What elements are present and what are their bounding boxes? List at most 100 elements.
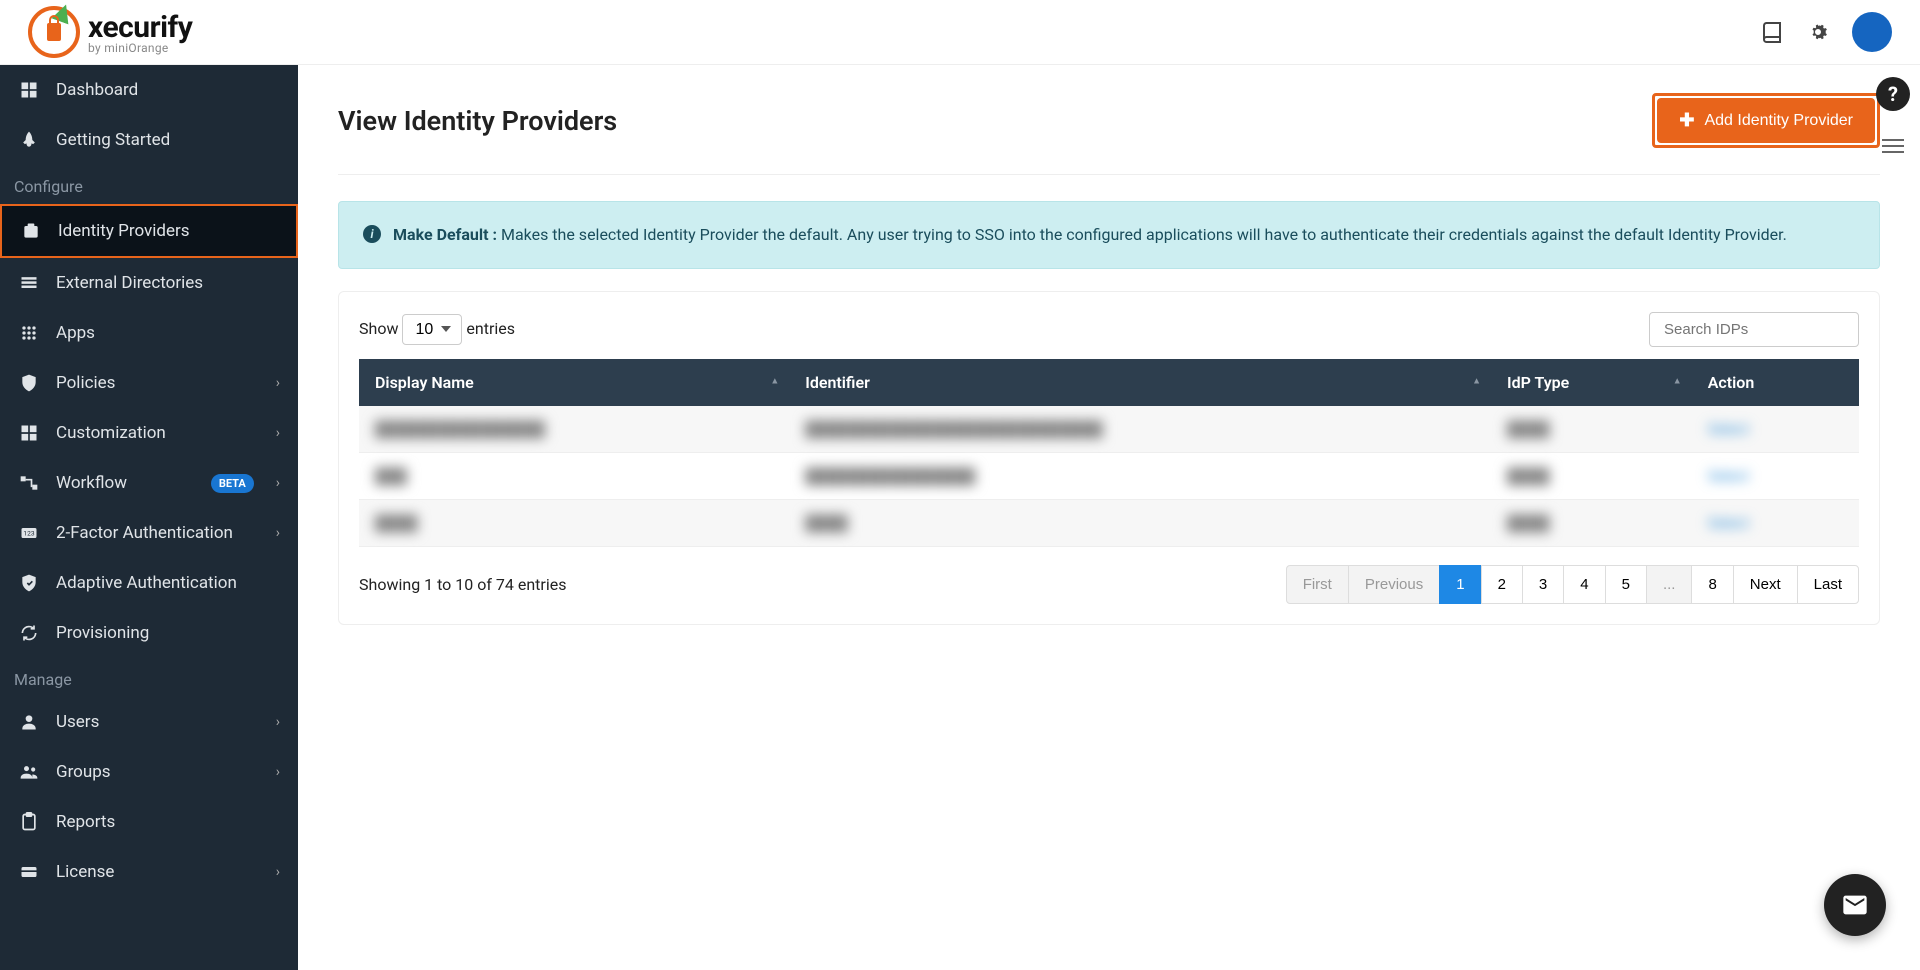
sidebar-item-groups[interactable]: Groups› [0, 747, 298, 797]
sidebar-item-label: Users [56, 712, 260, 732]
info-banner: i Make Default : Makes the selected Iden… [338, 201, 1880, 269]
page-5[interactable]: 5 [1605, 565, 1647, 604]
sidebar-item-dashboard[interactable]: Dashboard [0, 65, 298, 115]
sidebar-item-reports[interactable]: Reports [0, 797, 298, 847]
logo-mark [28, 6, 80, 58]
page-last[interactable]: Last [1797, 565, 1859, 604]
provisioning-icon [18, 622, 40, 644]
chevron-right-icon: › [276, 714, 280, 730]
help-button[interactable]: ? [1876, 77, 1910, 111]
sidebar-item-label: Adaptive Authentication [56, 573, 280, 593]
cell-identifier: ████████████████████████████ [789, 406, 1491, 453]
rocket-icon [18, 129, 40, 151]
info-body: Makes the selected Identity Provider the… [497, 225, 1787, 244]
sidebar-item-workflow[interactable]: WorkflowBETA› [0, 458, 298, 508]
plus-icon: ✚ [1679, 110, 1694, 131]
cell-action[interactable]: Select [1692, 499, 1859, 546]
table-row: ███████████████████████Select [359, 452, 1859, 499]
cell-identifier: ████ [789, 499, 1491, 546]
idp-table: Display Name▲Identifier▲IdP Type▲Action … [359, 359, 1859, 547]
chevron-right-icon: › [276, 864, 280, 880]
sidebar-item-external-directories[interactable]: External Directories [0, 258, 298, 308]
page-3[interactable]: 3 [1522, 565, 1564, 604]
chevron-right-icon: › [276, 525, 280, 541]
cell-type: ████ [1491, 452, 1692, 499]
column-action[interactable]: Action [1692, 359, 1859, 406]
idp-icon [20, 220, 42, 242]
add-identity-provider-button[interactable]: ✚ Add Identity Provider [1657, 98, 1875, 143]
directories-icon [18, 272, 40, 294]
sidebar-item-label: External Directories [56, 273, 280, 293]
brand-sub: by miniOrange [88, 41, 192, 55]
sidebar-item-label: 2-Factor Authentication [56, 523, 260, 543]
page-size-select[interactable]: 10 [402, 314, 462, 345]
cell-identifier: ████████████████ [789, 452, 1491, 499]
sidebar: DashboardGetting Started Configure Ident… [0, 65, 298, 970]
sidebar-item-apps[interactable]: Apps [0, 308, 298, 358]
chevron-right-icon: › [276, 475, 280, 491]
page-next[interactable]: Next [1733, 565, 1798, 604]
sidebar-item-label: Customization [56, 423, 260, 443]
users-icon [18, 711, 40, 733]
pagination: FirstPrevious12345...8NextLast [1287, 565, 1859, 604]
main-content: ? View Identity Providers ✚ Add Identity… [298, 65, 1920, 970]
page-title: View Identity Providers [338, 105, 617, 137]
cell-action[interactable]: Select [1692, 452, 1859, 499]
entries-control: Show 10 entries [359, 314, 515, 345]
policies-icon [18, 372, 40, 394]
license-icon [18, 861, 40, 883]
column-display-name[interactable]: Display Name▲ [359, 359, 789, 406]
page-8[interactable]: 8 [1691, 565, 1733, 604]
cell-display: ████████████████ [359, 406, 789, 453]
sidebar-item-getting-started[interactable]: Getting Started [0, 115, 298, 165]
sidebar-item-license[interactable]: License › [0, 847, 298, 897]
sidebar-item-2-factor-authentication[interactable]: 123 2-Factor Authentication › [0, 508, 298, 558]
sidebar-item-label: License [56, 862, 260, 882]
add-idp-label: Add Identity Provider [1704, 112, 1853, 130]
gear-icon[interactable] [1806, 20, 1830, 44]
avatar[interactable] [1852, 12, 1892, 52]
docs-icon[interactable] [1760, 20, 1784, 44]
chat-button[interactable] [1824, 874, 1886, 936]
page-1[interactable]: 1 [1439, 565, 1481, 604]
sidebar-section-manage: Manage [0, 658, 298, 697]
column-idp-type[interactable]: IdP Type▲ [1491, 359, 1692, 406]
brand-logo[interactable]: xecurify by miniOrange [28, 6, 192, 58]
page-prev: Previous [1348, 565, 1440, 604]
sidebar-item-identity-providers[interactable]: Identity Providers [0, 204, 298, 258]
sort-icon: ▲ [1472, 379, 1481, 386]
chevron-right-icon: › [276, 375, 280, 391]
app-header: xecurify by miniOrange [0, 0, 1920, 65]
right-menu-icon[interactable] [1882, 135, 1904, 157]
sidebar-item-policies[interactable]: Policies› [0, 358, 298, 408]
column-identifier[interactable]: Identifier▲ [789, 359, 1491, 406]
cell-type: ████ [1491, 406, 1692, 453]
svg-text:123: 123 [23, 530, 34, 538]
page-...: ... [1646, 565, 1693, 604]
sidebar-item-label: Apps [56, 323, 280, 343]
cell-display: ███ [359, 452, 789, 499]
sidebar-item-label: Workflow [56, 473, 195, 493]
cell-action[interactable]: Select [1692, 406, 1859, 453]
table-row: ████████████Select [359, 499, 1859, 546]
page-first: First [1286, 565, 1349, 604]
search-input[interactable] [1649, 312, 1859, 347]
dashboard-icon [18, 79, 40, 101]
sidebar-item-users[interactable]: Users › [0, 697, 298, 747]
sidebar-item-label: Identity Providers [58, 221, 278, 241]
page-4[interactable]: 4 [1563, 565, 1605, 604]
workflow-icon [18, 472, 40, 494]
sidebar-item-adaptive-authentication[interactable]: Adaptive Authentication [0, 558, 298, 608]
cell-display: ████ [359, 499, 789, 546]
customization-icon [18, 422, 40, 444]
info-icon: i [363, 225, 381, 243]
sidebar-item-customization[interactable]: Customization › [0, 408, 298, 458]
adaptive-icon [18, 572, 40, 594]
sidebar-item-provisioning[interactable]: Provisioning [0, 608, 298, 658]
sidebar-item-label: Dashboard [56, 80, 280, 100]
2fa-icon: 123 [18, 522, 40, 544]
page-2[interactable]: 2 [1481, 565, 1523, 604]
chevron-right-icon: › [276, 425, 280, 441]
sort-icon: ▲ [1673, 379, 1682, 386]
cell-type: ████ [1491, 499, 1692, 546]
